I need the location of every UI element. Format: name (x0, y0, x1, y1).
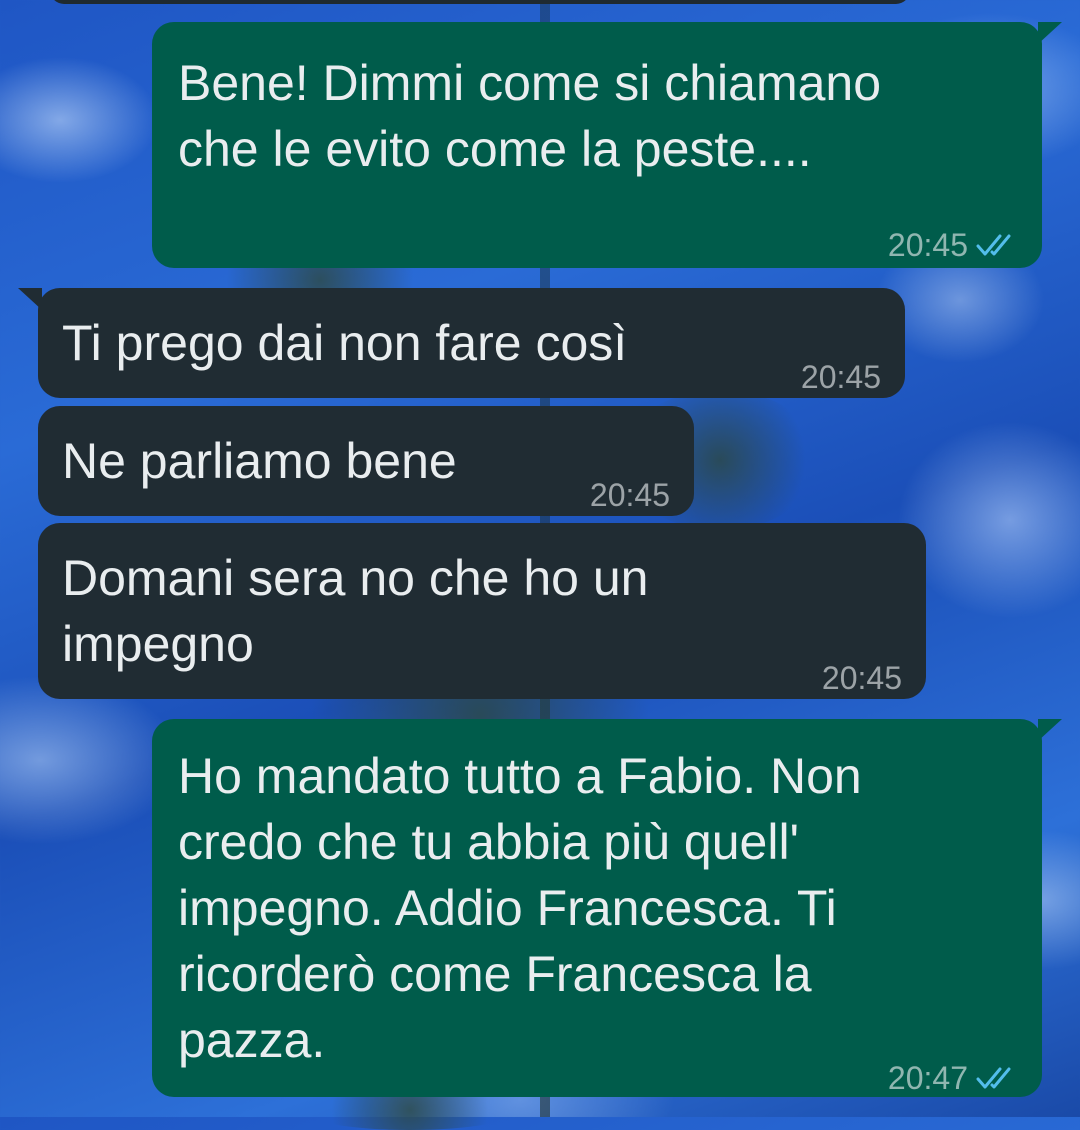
message-time: 20:45 (589, 477, 670, 513)
message-time: 20:47 (887, 1060, 968, 1096)
message-text: Domani sera no che ho un impegno (62, 550, 649, 672)
double-check-read-icon (976, 234, 1011, 256)
message-time: 20:45 (800, 359, 881, 395)
message-bubble-outgoing[interactable]: Ho mandato tutto a Fabio. Non credo che … (152, 719, 1062, 1097)
message-text: Ne parliamo bene (62, 433, 457, 489)
message-text: Bene! Dimmi come si chiamano che le evit… (178, 55, 882, 177)
message-time: 20:45 (887, 227, 968, 263)
message-bubble-incoming[interactable]: Ne parliamo bene 20:45 (38, 406, 694, 516)
double-check-read-icon (976, 1067, 1011, 1089)
message-bubble-incoming[interactable]: Domani sera no che ho un impegno 20:45 (38, 523, 926, 699)
message-time: 20:45 (821, 660, 902, 696)
message-bubble-outgoing[interactable]: Bene! Dimmi come si chiamano che le evit… (152, 22, 1062, 268)
message-bubble-incoming[interactable]: Ti prego dai non fare così 20:45 (18, 288, 905, 398)
previous-message-bubble-edge (50, 0, 910, 4)
message-text: Ti prego dai non fare così (62, 315, 628, 371)
message-text: Ho mandato tutto a Fabio. Non credo che … (178, 748, 862, 1068)
